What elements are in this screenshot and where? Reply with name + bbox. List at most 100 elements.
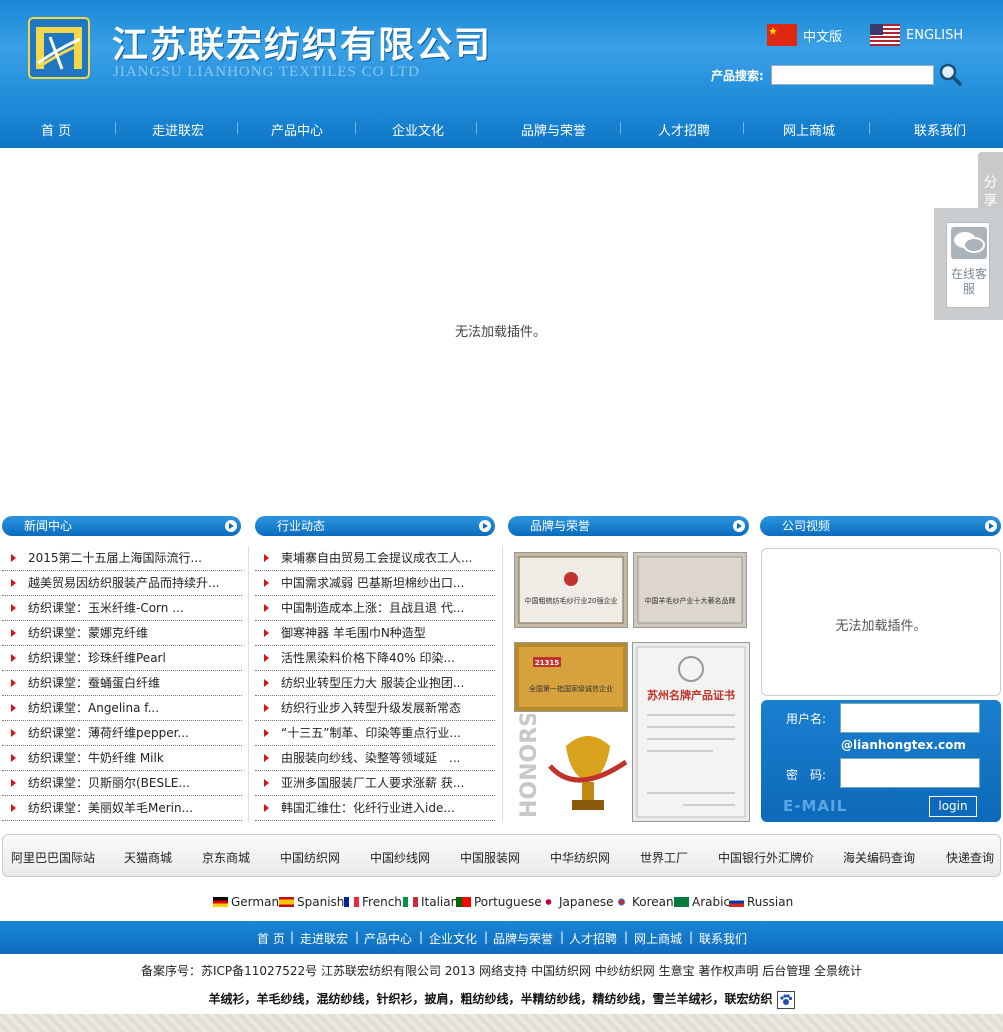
partner-link[interactable]: 阿里巴巴国际站 bbox=[11, 849, 95, 866]
honor-certificate[interactable]: 中国粗梳纺毛纱行业20强企业 bbox=[514, 552, 628, 628]
cert2-text: 中国羊毛纱产业十大著名品牌 bbox=[645, 596, 736, 605]
footer-nav-link[interactable]: 走进联宏 bbox=[300, 930, 348, 947]
list-item[interactable]: 纺织课堂：珍珠纤维Pearl bbox=[2, 646, 242, 671]
company-video-box[interactable]: 无法加载插件。 bbox=[761, 548, 1001, 696]
list-item[interactable]: 柬埔寨自由贸易工会提议成衣工人... bbox=[255, 546, 495, 571]
list-item[interactable]: 纺织课堂：薄荷纤维pepper... bbox=[2, 721, 242, 746]
partner-link[interactable]: 世界工厂 bbox=[640, 849, 688, 866]
list-item-title: 纺织课堂：蒙娜克纤维 bbox=[28, 626, 149, 640]
list-item[interactable]: 纺织业转型压力大 服装企业抱团... bbox=[255, 671, 495, 696]
partner-link[interactable]: 京东商城 bbox=[202, 849, 250, 866]
more-arrow-icon[interactable] bbox=[225, 520, 237, 532]
list-item[interactable]: 2015第二十五届上海国际流行... bbox=[2, 546, 242, 571]
language-link[interactable]: Korean bbox=[614, 895, 674, 909]
partner-link[interactable]: 中国纱线网 bbox=[370, 849, 430, 866]
list-item[interactable]: 纺织课堂：蚕蛹蛋白纤维 bbox=[2, 671, 242, 696]
flag-icon bbox=[279, 897, 294, 907]
search-button[interactable] bbox=[938, 62, 962, 86]
nav-shop[interactable]: 网上商城 bbox=[783, 120, 835, 139]
list-item-title: 纺织课堂：薄荷纤维pepper... bbox=[28, 726, 189, 740]
password-input[interactable] bbox=[840, 758, 980, 788]
partner-link[interactable]: 快递查询 bbox=[946, 849, 994, 866]
nav-culture[interactable]: 企业文化 bbox=[392, 120, 444, 139]
language-link[interactable]: Arabic bbox=[674, 895, 730, 909]
more-arrow-icon[interactable] bbox=[733, 520, 745, 532]
list-item[interactable]: 由服装向纱线、染整等领域延 ... bbox=[255, 746, 495, 771]
partner-link[interactable]: 天猫商城 bbox=[124, 849, 172, 866]
list-item[interactable]: 纺织课堂：牛奶纤维 Milk bbox=[2, 746, 242, 771]
list-item[interactable]: 韩国汇维仕：化纤行业进入ide... bbox=[255, 796, 495, 821]
footer-nav-link[interactable]: 产品中心 bbox=[364, 930, 412, 947]
video-section-header[interactable]: 公司视频 bbox=[760, 516, 1001, 536]
online-service-panel: 在线客服 bbox=[946, 222, 990, 308]
list-item[interactable]: “十三五”制革、印染等重点行业... bbox=[255, 721, 495, 746]
flag-icon bbox=[403, 897, 418, 907]
share-tab[interactable]: 分享 bbox=[978, 152, 1003, 210]
lang-switch-cn[interactable]: 中文版 bbox=[767, 24, 842, 46]
language-link[interactable]: Russian bbox=[729, 895, 793, 909]
nav-honors[interactable]: 品牌与荣誉 bbox=[521, 120, 586, 139]
flag-icon bbox=[344, 897, 359, 907]
list-item[interactable]: 纺织课堂：蒙娜克纤维 bbox=[2, 621, 242, 646]
more-arrow-icon[interactable] bbox=[479, 520, 491, 532]
language-label: Spanish bbox=[297, 895, 345, 909]
news-section-header[interactable]: 新闻中心 bbox=[2, 516, 241, 536]
flag-icon bbox=[674, 897, 689, 907]
partner-link[interactable]: 中国纺织网 bbox=[280, 849, 340, 866]
lang-switch-en[interactable]: ENGLISH bbox=[870, 24, 963, 46]
honor-certificate[interactable]: 中国羊毛纱产业十大著名品牌 bbox=[633, 552, 747, 628]
list-item[interactable]: 纺织课堂：玉米纤维-Corn ... bbox=[2, 596, 242, 621]
paw-icon[interactable] bbox=[776, 990, 795, 1009]
language-label: German bbox=[231, 895, 280, 909]
partner-link[interactable]: 中华纺织网 bbox=[550, 849, 610, 866]
list-item-title: 韩国汇维仕：化纤行业进入ide... bbox=[281, 801, 455, 815]
list-item[interactable]: 越美贸易因纺织服装产品而持续升... bbox=[2, 571, 242, 596]
company-logo[interactable] bbox=[28, 17, 90, 79]
list-item[interactable]: 御寒神器 羊毛围巾N种造型 bbox=[255, 621, 495, 646]
username-input[interactable] bbox=[840, 703, 980, 733]
list-item[interactable]: 中国需求减弱 巴基斯坦棉纱出口... bbox=[255, 571, 495, 596]
footer-nav-link[interactable]: 首 页 bbox=[257, 930, 285, 947]
language-link[interactable]: Portuguese bbox=[456, 895, 542, 909]
list-item[interactable]: 活性黑染料价格下降40% 印染... bbox=[255, 646, 495, 671]
nav-home[interactable]: 首 页 bbox=[41, 120, 71, 139]
footer-nav-link[interactable]: 人才招聘 bbox=[569, 930, 617, 947]
honor-certificate[interactable]: 21315 全国第一批国家级诚信企业 bbox=[514, 642, 628, 712]
footer-nav-link[interactable]: 网上商城 bbox=[634, 930, 682, 947]
list-item[interactable]: 纺织行业步入转型升级发展新常态 bbox=[255, 696, 495, 721]
list-item-title: “十三五”制革、印染等重点行业... bbox=[281, 726, 461, 740]
list-item[interactable]: 纺织课堂：美丽奴羊毛Merin... bbox=[2, 796, 242, 821]
column-divider bbox=[248, 546, 249, 822]
language-link[interactable]: Japanese bbox=[541, 895, 614, 909]
search-icon bbox=[939, 63, 962, 86]
nav-contact[interactable]: 联系我们 bbox=[914, 120, 966, 139]
list-item[interactable]: 纺织课堂：Angelina f... bbox=[2, 696, 242, 721]
list-item-title: 柬埔寨自由贸易工会提议成衣工人... bbox=[281, 551, 473, 565]
column-divider bbox=[502, 546, 503, 822]
language-link[interactable]: Spanish bbox=[279, 895, 344, 909]
list-item[interactable]: 中国制造成本上涨：且战且退 代... bbox=[255, 596, 495, 621]
partner-link[interactable]: 中国服装网 bbox=[460, 849, 520, 866]
language-link[interactable]: Italian bbox=[403, 895, 458, 909]
list-item[interactable]: 纺织课堂：贝斯丽尔(BESLE... bbox=[2, 771, 242, 796]
footer-nav-link[interactable]: 企业文化 bbox=[429, 930, 477, 947]
honor-certificate[interactable]: 苏州名牌产品证书 bbox=[632, 642, 750, 822]
nav-products[interactable]: 产品中心 bbox=[271, 120, 323, 139]
login-button[interactable]: login bbox=[929, 796, 977, 817]
language-link[interactable]: French bbox=[344, 895, 402, 909]
nav-about[interactable]: 走进联宏 bbox=[152, 120, 204, 139]
nav-careers[interactable]: 人才招聘 bbox=[658, 120, 710, 139]
industry-section-header[interactable]: 行业动态 bbox=[255, 516, 495, 536]
honors-section-header[interactable]: 品牌与荣誉 bbox=[508, 516, 749, 536]
trophy-image[interactable] bbox=[546, 726, 630, 818]
partner-link[interactable]: 中国银行外汇牌价 bbox=[718, 849, 814, 866]
footer-nav-separator: | bbox=[689, 930, 694, 944]
language-link[interactable]: German bbox=[213, 895, 279, 909]
footer-nav-link[interactable]: 联系我们 bbox=[699, 930, 747, 947]
online-service-widget[interactable]: 在线客服 bbox=[934, 208, 1003, 320]
partner-link[interactable]: 海关编码查询 bbox=[843, 849, 915, 866]
footer-nav-link[interactable]: 品牌与荣誉 bbox=[493, 930, 553, 947]
more-arrow-icon[interactable] bbox=[985, 520, 997, 532]
list-item[interactable]: 亚洲多国服装厂工人要求涨薪 获... bbox=[255, 771, 495, 796]
product-search-input[interactable] bbox=[771, 65, 934, 85]
